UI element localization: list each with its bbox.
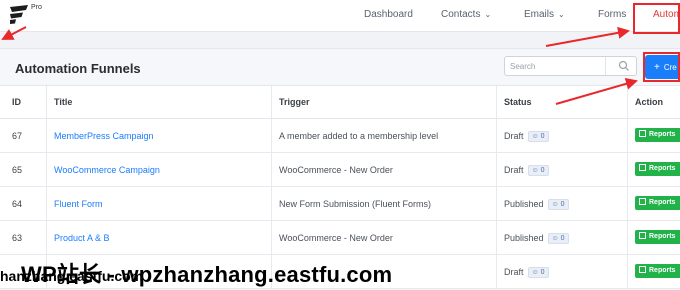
nav-dashboard[interactable]: Dashboard xyxy=(364,9,413,20)
row-status: Draft ☺ 0 xyxy=(504,267,549,279)
pro-badge: Pro xyxy=(31,4,42,11)
row-title-link[interactable]: WooCommerce Campaign xyxy=(54,165,160,175)
subscriber-count-badge: ☺ 0 xyxy=(547,199,569,211)
reports-icon xyxy=(639,198,646,205)
highlight-box-create xyxy=(643,52,680,82)
reports-label: Reports xyxy=(649,165,676,172)
user-icon: ☺ xyxy=(531,269,539,277)
arrow-to-automations xyxy=(545,26,630,47)
nav-forms-label: Forms xyxy=(598,9,627,20)
user-icon: ☺ xyxy=(531,167,539,175)
status-text: Published xyxy=(504,233,544,243)
subscriber-count-badge: ☺ 0 xyxy=(527,165,549,177)
row-status: Published ☺ 0 xyxy=(504,233,569,245)
row-title-link[interactable]: Fluent Form xyxy=(54,199,103,209)
status-text: Draft xyxy=(504,131,524,141)
page-title: Automation Funnels xyxy=(15,61,141,76)
chevron-down-icon: ⌄ xyxy=(558,10,565,19)
reports-button[interactable]: Reports xyxy=(635,196,680,210)
top-nav-bar: Pro Dashboard Contacts ⌄ Emails ⌄ Forms Au… xyxy=(0,0,680,32)
nav-contacts[interactable]: Contacts ⌄ xyxy=(441,9,491,20)
column-header-id[interactable]: ID xyxy=(12,97,21,107)
search-box xyxy=(504,56,637,76)
subscriber-count: 0 xyxy=(540,269,545,277)
chevron-down-icon: ⌄ xyxy=(484,10,492,19)
status-text: Draft xyxy=(504,267,524,277)
reports-label: Reports xyxy=(649,267,676,274)
reports-icon xyxy=(639,232,646,239)
subscriber-count: 0 xyxy=(560,201,565,209)
row-trigger: WooCommerce - New Order xyxy=(279,165,393,175)
column-divider xyxy=(496,86,497,289)
watermark-main: WP站长 - wpzhanzhang.eastfu.com xyxy=(21,262,393,287)
reports-button[interactable]: Reports xyxy=(635,128,680,142)
page-header: Automation Funnels +Cre xyxy=(0,48,680,86)
reports-button[interactable]: Reports xyxy=(635,264,680,278)
reports-label: Reports xyxy=(649,199,676,206)
nav-contacts-label: Contacts xyxy=(441,9,481,20)
row-title-link[interactable]: Product A & B xyxy=(54,233,110,243)
search-icon[interactable] xyxy=(618,60,630,72)
table-header: ID Title Trigger Status Action xyxy=(0,86,680,119)
row-trigger: New Form Submission (Fluent Forms) xyxy=(279,199,432,209)
user-icon: ☺ xyxy=(551,201,559,209)
subscriber-count: 0 xyxy=(560,235,565,243)
nav-emails-label: Emails xyxy=(524,9,555,20)
reports-icon xyxy=(639,164,646,171)
subscriber-count: 0 xyxy=(540,133,545,141)
table-row: 67 MemberPress Campaign A member added t… xyxy=(0,119,680,153)
reports-button[interactable]: Reports xyxy=(635,230,680,244)
column-header-status: Status xyxy=(504,97,532,107)
nav-dashboard-label: Dashboard xyxy=(364,9,413,20)
table-row: 64 Fluent Form New Form Submission (Flue… xyxy=(0,187,680,221)
column-header-action: Action xyxy=(635,97,663,107)
fluentcrm-logo[interactable] xyxy=(8,5,30,24)
status-text: Draft xyxy=(504,165,524,175)
column-divider xyxy=(627,86,628,289)
search-divider xyxy=(605,57,606,75)
reports-icon xyxy=(639,266,646,273)
table-row: 65 WooCommerce Campaign WooCommerce - Ne… xyxy=(0,153,680,187)
subscriber-count-badge: ☺ 0 xyxy=(527,267,549,279)
user-icon: ☺ xyxy=(551,235,559,243)
reports-icon xyxy=(639,130,646,137)
highlight-box-automations xyxy=(633,3,680,34)
subscriber-count-badge: ☺ 0 xyxy=(547,233,569,245)
table-row: 63 Product A & B WooCommerce - New Order… xyxy=(0,221,680,255)
row-trigger: A member added to a membership level xyxy=(279,131,439,141)
reports-label: Reports xyxy=(649,233,676,240)
row-id: 64 xyxy=(12,199,23,209)
status-text: Published xyxy=(504,199,544,209)
row-status: Draft ☺ 0 xyxy=(504,131,549,143)
column-header-trigger: Trigger xyxy=(279,97,310,107)
row-id: 63 xyxy=(12,233,23,243)
row-status: Published ☺ 0 xyxy=(504,199,569,211)
row-status: Draft ☺ 0 xyxy=(504,165,549,177)
user-icon: ☺ xyxy=(531,133,539,141)
column-header-title[interactable]: Title xyxy=(54,97,72,107)
row-trigger: WooCommerce - New Order xyxy=(279,233,393,243)
search-input[interactable] xyxy=(505,57,605,75)
reports-label: Reports xyxy=(649,131,676,138)
nav-emails[interactable]: Emails ⌄ xyxy=(524,9,565,20)
nav-forms[interactable]: Forms xyxy=(598,9,626,20)
row-title-link[interactable]: MemberPress Campaign xyxy=(54,131,154,141)
subscriber-count-badge: ☺ 0 xyxy=(527,131,549,143)
row-id: 65 xyxy=(12,165,23,175)
reports-button[interactable]: Reports xyxy=(635,162,680,176)
row-id: 67 xyxy=(12,131,23,141)
subscriber-count: 0 xyxy=(540,167,545,175)
